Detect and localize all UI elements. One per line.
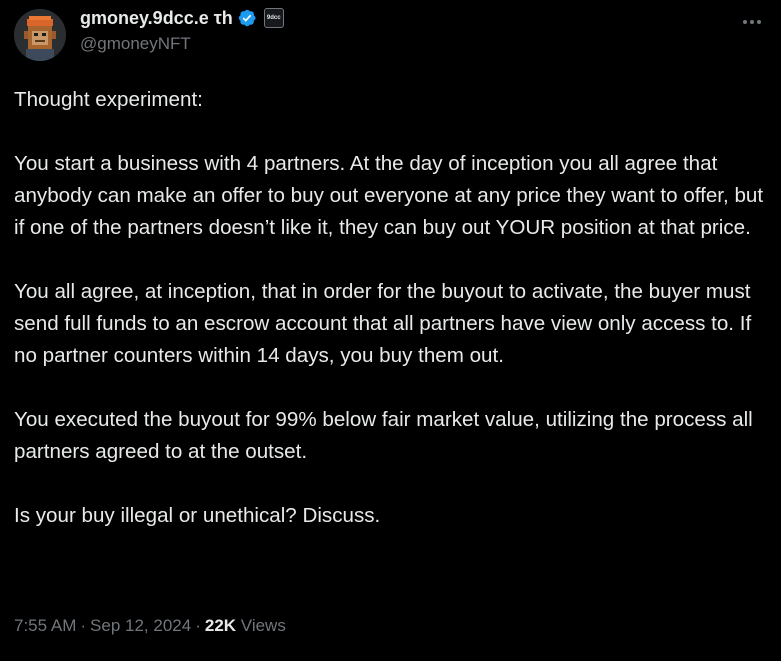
author-avatar[interactable] bbox=[14, 9, 66, 61]
tweet-paragraph: You start a business with 4 partners. At… bbox=[14, 152, 764, 239]
more-options-button[interactable] bbox=[737, 12, 767, 32]
tweet-time: 7:55 AM bbox=[14, 616, 77, 635]
tweet-paragraph: You executed the buyout for 99% below fa… bbox=[14, 408, 753, 463]
author-header: gmoney.9dcc.e τh 9dcc @gmoneyNFT bbox=[80, 6, 284, 54]
tweet-paragraph: You all agree, at inception, that in ord… bbox=[14, 280, 752, 367]
tweet-paragraph: Is your buy illegal or unethical? Discus… bbox=[14, 504, 381, 527]
tweet-timestamp-link[interactable]: 7:55 AM · Sep 12, 2024 bbox=[14, 616, 191, 635]
tweet-text: Thought experiment: You start a business… bbox=[14, 84, 774, 532]
tweet-paragraph: Thought experiment: bbox=[14, 88, 203, 111]
author-name-row: gmoney.9dcc.e τh 9dcc bbox=[80, 6, 284, 30]
tweet-date: Sep 12, 2024 bbox=[90, 616, 192, 635]
meta-separator: · bbox=[195, 616, 201, 635]
meta-separator: · bbox=[80, 616, 87, 635]
views-count: 22K bbox=[204, 616, 237, 635]
affiliate-badge[interactable]: 9dcc bbox=[263, 8, 284, 28]
tweet-meta: 7:55 AM · Sep 12, 2024 · 22K Views bbox=[14, 616, 286, 636]
pixel-ape-avatar-icon bbox=[14, 9, 66, 61]
author-display-name[interactable]: gmoney.9dcc.e τh bbox=[80, 8, 233, 29]
more-horizontal-icon bbox=[743, 20, 761, 24]
views-link[interactable]: 22K Views bbox=[205, 616, 286, 635]
author-handle[interactable]: @gmoneyNFT bbox=[80, 34, 284, 54]
verified-badge-icon[interactable] bbox=[237, 8, 257, 28]
tweet: gmoney.9dcc.e τh 9dcc @gmoneyNFT Thought… bbox=[0, 0, 781, 661]
views-label: Views bbox=[240, 616, 286, 635]
